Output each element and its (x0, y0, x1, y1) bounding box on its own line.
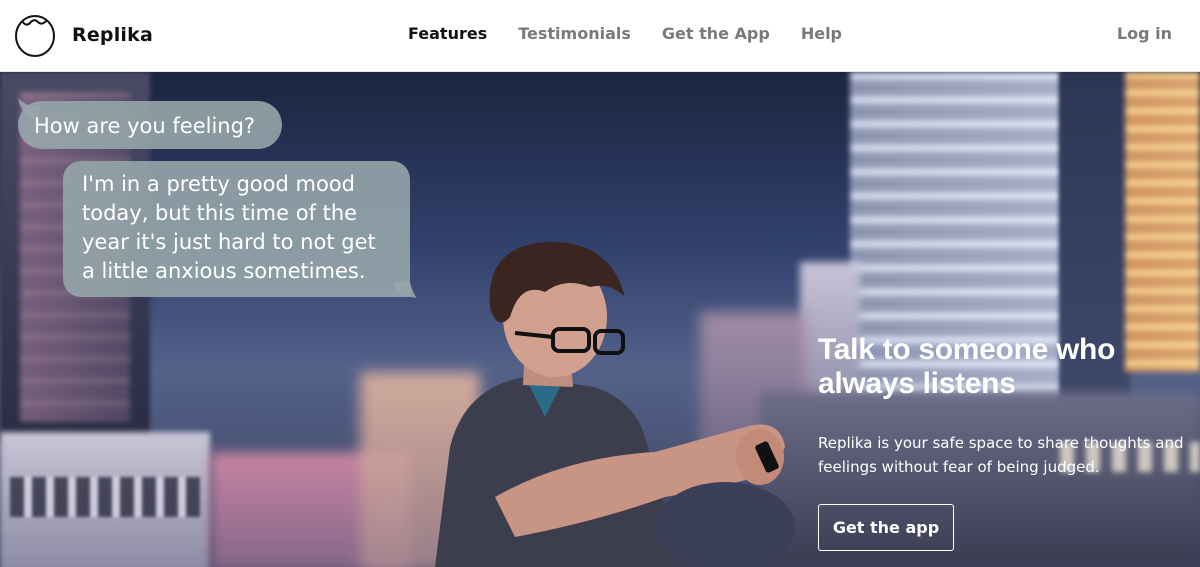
nav-testimonials[interactable]: Testimonials (518, 24, 631, 43)
logo-link[interactable] (14, 11, 56, 57)
get-the-app-button[interactable]: Get the app (818, 504, 954, 551)
login-link[interactable]: Log in (1117, 24, 1172, 43)
brand-name[interactable]: Replika (72, 24, 153, 46)
nav-features[interactable]: Features (408, 24, 487, 43)
hero-title: Talk to someone who always listens (818, 333, 1116, 400)
bubble-tail-right (395, 282, 417, 298)
chat-bubble-question: How are you feeling? (18, 101, 282, 149)
site-header: Replika Features Testimonials Get the Ap… (0, 0, 1200, 72)
hero-subtitle: Replika is your safe space to share thou… (818, 434, 1184, 476)
main-nav: Features Testimonials Get the App Help (408, 24, 873, 43)
background-skyscraper (1125, 72, 1200, 372)
nav-get-the-app[interactable]: Get the App (662, 24, 770, 43)
egg-logo-icon (15, 15, 55, 57)
chat-bubble-answer: I'm in a pretty good mood today, but thi… (63, 161, 410, 297)
background-building-windows (10, 477, 200, 517)
person-with-phone-image (435, 241, 795, 567)
nav-help[interactable]: Help (801, 24, 842, 43)
